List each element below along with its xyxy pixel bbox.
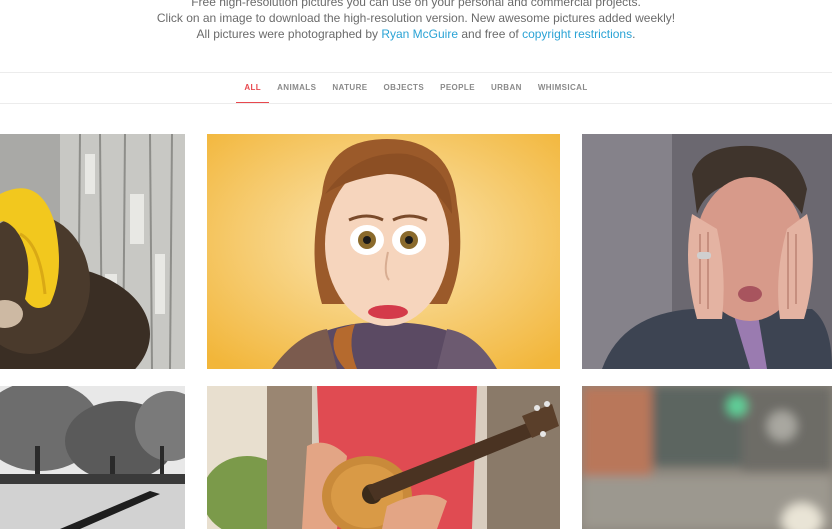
intro-line-3-mid: and free of: [458, 27, 523, 41]
monkey-banana-image: [0, 134, 185, 369]
photo-blurred-street[interactable]: [582, 386, 832, 529]
photo-bw-trees[interactable]: [0, 386, 185, 529]
nav-bottom-divider: [0, 103, 832, 104]
intro-line-3-prefix: All pictures were photographed by: [196, 27, 382, 41]
category-nav: ALL ANIMALS NATURE OBJECTS PEOPLE URBAN …: [0, 74, 832, 104]
tab-animals[interactable]: ANIMALS: [269, 74, 324, 104]
photo-guitar-player[interactable]: [207, 386, 560, 529]
intro-text: Free high-resolution pictures you can us…: [0, 0, 832, 42]
photo-wide-eyed-woman[interactable]: [207, 134, 560, 369]
guitar-player-image: [207, 386, 560, 529]
intro-line-3: All pictures were photographed by Ryan M…: [0, 26, 832, 42]
nav-top-divider: [0, 72, 832, 73]
man-squishing-face-image: [582, 134, 832, 369]
tab-urban[interactable]: URBAN: [483, 74, 530, 104]
tab-all[interactable]: ALL: [236, 74, 269, 104]
bw-trees-image: [0, 386, 185, 529]
tab-whimsical[interactable]: WHIMSICAL: [530, 74, 596, 104]
blurred-street-image: [582, 386, 832, 529]
copyright-link[interactable]: copyright restrictions: [522, 27, 632, 41]
intro-line-2: Click on an image to download the high-r…: [156, 11, 676, 25]
intro-line-1: Free high-resolution pictures you can us…: [191, 0, 641, 9]
photographer-link[interactable]: Ryan McGuire: [381, 27, 458, 41]
intro-line-3-suffix: .: [632, 27, 636, 41]
tab-nature[interactable]: NATURE: [324, 74, 375, 104]
photo-monkey-banana[interactable]: [0, 134, 185, 369]
photo-man-squishing-face[interactable]: [582, 134, 832, 369]
tab-objects[interactable]: OBJECTS: [375, 74, 432, 104]
wide-eyed-woman-image: [207, 134, 560, 369]
tab-people[interactable]: PEOPLE: [432, 74, 483, 104]
